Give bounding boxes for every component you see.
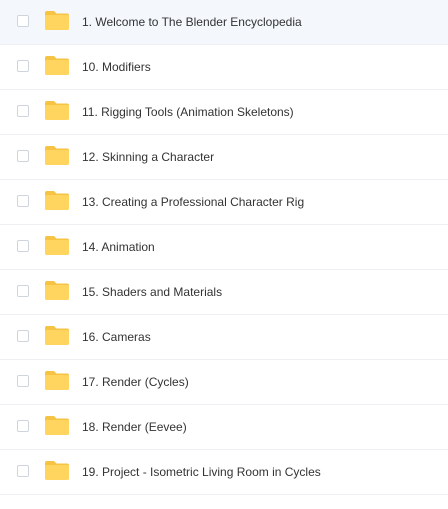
file-row-19-project[interactable]: 19. Project - Isometric Living Room in C… bbox=[0, 450, 448, 495]
file-row-16-cameras[interactable]: 16. Cameras bbox=[0, 315, 448, 360]
file-row-12-skinning[interactable]: 12. Skinning a Character bbox=[0, 135, 448, 180]
folder-icon bbox=[44, 280, 70, 301]
file-name[interactable]: 16. Cameras bbox=[82, 329, 151, 345]
file-name[interactable]: 18. Render (Eevee) bbox=[82, 419, 187, 435]
row-checkbox[interactable] bbox=[17, 195, 29, 207]
folder-icon bbox=[44, 370, 70, 391]
row-checkbox[interactable] bbox=[17, 105, 29, 117]
file-name[interactable]: 13. Creating a Professional Character Ri… bbox=[82, 194, 304, 210]
folder-icon bbox=[44, 460, 70, 481]
row-checkbox[interactable] bbox=[17, 285, 29, 297]
row-checkbox[interactable] bbox=[17, 375, 29, 387]
file-name[interactable]: 11. Rigging Tools (Animation Skeletons) bbox=[82, 104, 294, 120]
file-row-11-rigging-tools[interactable]: 11. Rigging Tools (Animation Skeletons) bbox=[0, 90, 448, 135]
file-row-1-welcome[interactable]: 1. Welcome to The Blender Encyclopedia bbox=[0, 0, 448, 45]
file-list: 1. Welcome to The Blender Encyclopedia 1… bbox=[0, 0, 448, 509]
folder-icon bbox=[44, 415, 70, 436]
file-name[interactable]: 1. Welcome to The Blender Encyclopedia bbox=[82, 14, 302, 30]
file-name[interactable]: 10. Modifiers bbox=[82, 59, 151, 75]
list-tail bbox=[0, 495, 448, 509]
row-checkbox[interactable] bbox=[17, 420, 29, 432]
folder-icon bbox=[44, 145, 70, 166]
folder-icon bbox=[44, 235, 70, 256]
folder-icon bbox=[44, 100, 70, 121]
row-checkbox[interactable] bbox=[17, 330, 29, 342]
row-checkbox[interactable] bbox=[17, 60, 29, 72]
file-row-10-modifiers[interactable]: 10. Modifiers bbox=[0, 45, 448, 90]
folder-icon bbox=[44, 10, 70, 31]
row-checkbox[interactable] bbox=[17, 15, 29, 27]
file-name[interactable]: 14. Animation bbox=[82, 239, 155, 255]
row-checkbox[interactable] bbox=[17, 465, 29, 477]
file-name[interactable]: 17. Render (Cycles) bbox=[82, 374, 189, 390]
file-row-14-animation[interactable]: 14. Animation bbox=[0, 225, 448, 270]
file-name[interactable]: 15. Shaders and Materials bbox=[82, 284, 222, 300]
folder-icon bbox=[44, 55, 70, 76]
file-row-17-render-cycles[interactable]: 17. Render (Cycles) bbox=[0, 360, 448, 405]
row-checkbox[interactable] bbox=[17, 150, 29, 162]
file-row-13-character-rig[interactable]: 13. Creating a Professional Character Ri… bbox=[0, 180, 448, 225]
file-row-18-render-eevee[interactable]: 18. Render (Eevee) bbox=[0, 405, 448, 450]
folder-icon bbox=[44, 190, 70, 211]
file-name[interactable]: 19. Project - Isometric Living Room in C… bbox=[82, 464, 321, 480]
folder-icon bbox=[44, 325, 70, 346]
file-name[interactable]: 12. Skinning a Character bbox=[82, 149, 214, 165]
row-checkbox[interactable] bbox=[17, 240, 29, 252]
file-row-15-shaders[interactable]: 15. Shaders and Materials bbox=[0, 270, 448, 315]
